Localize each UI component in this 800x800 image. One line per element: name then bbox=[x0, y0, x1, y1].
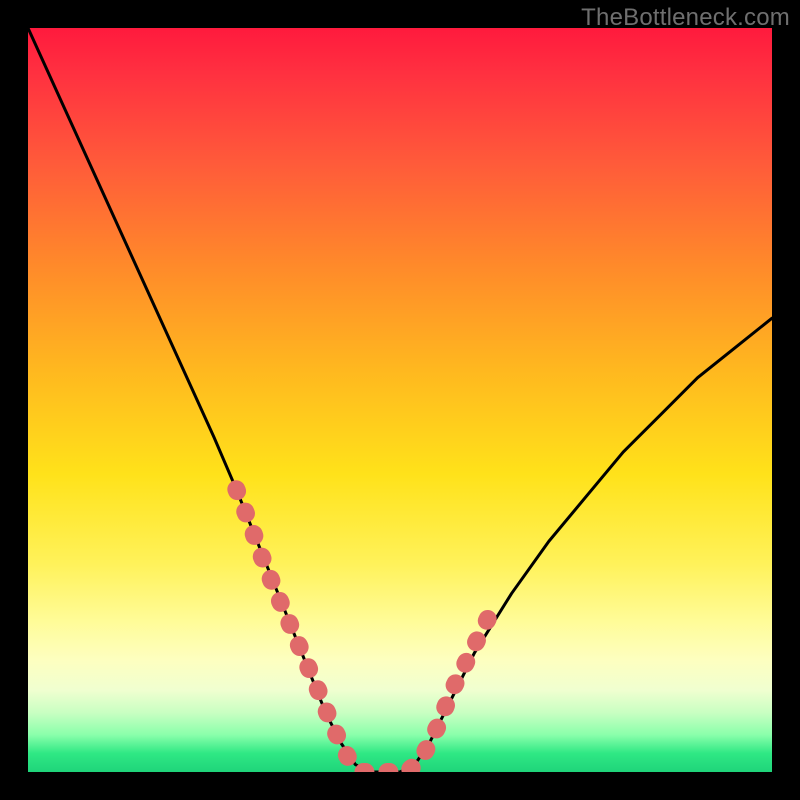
data-points bbox=[236, 489, 489, 772]
bottleneck-curve bbox=[28, 28, 772, 772]
watermark-text: TheBottleneck.com bbox=[581, 4, 790, 32]
chart-frame bbox=[28, 28, 772, 772]
bottleneck-plot bbox=[28, 28, 772, 772]
